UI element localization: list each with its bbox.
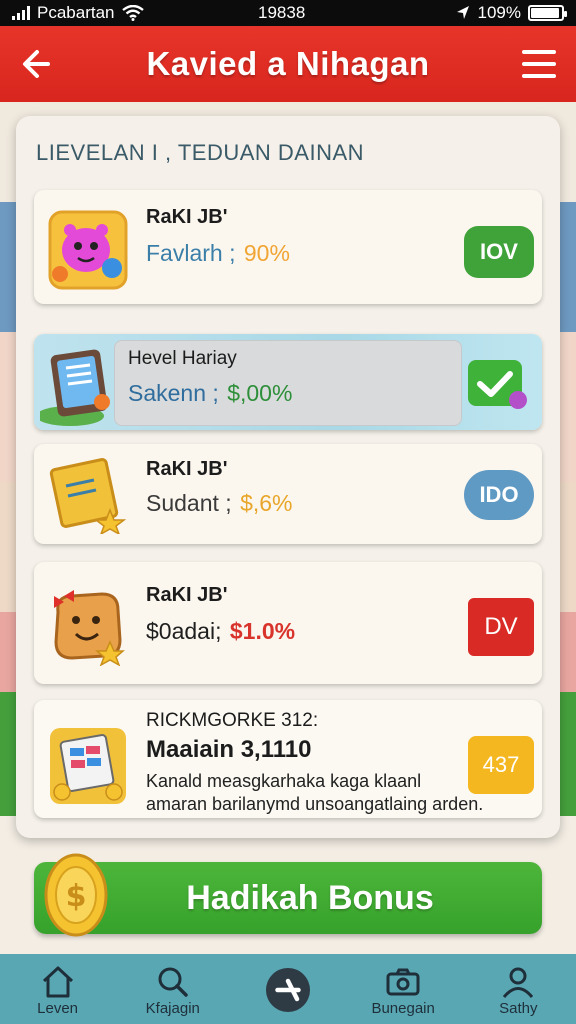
search-icon: [158, 967, 188, 997]
offer-reward: Sudant ; $,6%: [146, 490, 293, 517]
battery-icon: [528, 5, 567, 21]
bottom-nav: Leven Kfajagin Bunegain Sathy: [0, 954, 576, 1024]
chart-scroll-icon: [50, 728, 126, 804]
offer-reward: $0adai; $1.0%: [146, 618, 295, 645]
nav-label: Kfajagin: [145, 1000, 200, 1017]
home-icon: [42, 966, 73, 998]
offer-card[interactable]: Hevel Hariay Sakenn ; $,00%: [34, 334, 542, 430]
nav-item-camera[interactable]: Bunegain: [353, 954, 453, 1017]
offer-card[interactable]: RICKMGORKE 312: Maaiain 3,1110 Kanald me…: [34, 700, 542, 818]
offer-card[interactable]: RaKI JB' Sudant ; $,6% IDO: [34, 444, 542, 544]
signal-icon: [12, 6, 30, 20]
carrier-name: Pcabartan: [37, 3, 115, 22]
location-arrow-icon: [456, 6, 469, 19]
nav-item-search[interactable]: Kfajagin: [123, 954, 223, 1017]
offer-claim-button[interactable]: IOV: [464, 226, 534, 278]
offer-title: RaKI JB': [146, 206, 228, 228]
offer-title: RICKMGORKE 312:: [146, 710, 319, 731]
camera-icon: [386, 968, 420, 996]
offer-subtitle: Maaiain 3,1110: [146, 736, 312, 763]
nav-item-center[interactable]: [238, 954, 338, 1012]
app-header: Kavied a Nihagan: [0, 26, 576, 102]
bonus-label: Hadikah Bonus: [186, 878, 434, 917]
treasure-map-icon: [49, 458, 127, 534]
nav-label: Sathy: [499, 1000, 538, 1017]
offer-reward-value: 90%: [243, 240, 290, 266]
pink-monster-icon: [48, 210, 128, 290]
offers-panel: LIEVELAN I , TEDUAN DAINAN RaKI JB' Favl…: [16, 116, 560, 838]
battery-percent: 109%: [477, 3, 521, 22]
bonus-button[interactable]: Hadikah Bonus: [34, 862, 542, 934]
profile-icon: [503, 967, 534, 998]
offer-claim-button[interactable]: IDO: [464, 470, 534, 520]
hamburger-menu-icon[interactable]: [520, 46, 558, 82]
nav-item-home[interactable]: Leven: [8, 954, 108, 1017]
offer-card[interactable]: RaKI JB' $0adai; $1.0% DV: [34, 562, 542, 684]
offer-title: Hevel Hariay: [128, 348, 237, 369]
cookie-face-icon: [54, 590, 126, 666]
close-icon[interactable]: [265, 968, 310, 1012]
offer-reward-label: Sudant ;: [146, 490, 232, 516]
offer-reward-value: $,6%: [240, 490, 293, 516]
status-bar: Pcabartan 19838 109%: [0, 0, 576, 26]
nav-label: Leven: [37, 1000, 79, 1017]
offer-reward: Favlarh ; 90%: [146, 240, 290, 267]
section-title: LIEVELAN I , TEDUAN DAINAN: [36, 140, 365, 165]
page-title: Kavied a Nihagan: [146, 45, 430, 82]
offer-title: RaKI JB': [146, 458, 228, 480]
offer-reward-value: $1.0%: [229, 618, 296, 644]
nav-label: Bunegain: [371, 1000, 435, 1017]
offer-reward-label: Sakenn ;: [128, 380, 219, 406]
gold-coin-icon: $: [44, 853, 108, 937]
offer-description: Kanald measgkarhaka kaga klaanl amaran b…: [146, 771, 484, 814]
wifi-icon: [121, 5, 144, 21]
offer-reward-value: $,00%: [227, 380, 293, 406]
offer-reward-label: Favlarh ;: [146, 240, 236, 266]
offer-claim-button[interactable]: 437: [468, 736, 534, 794]
offer-title: RaKI JB': [146, 584, 228, 606]
offer-reward: Sakenn ; $,00%: [128, 380, 292, 407]
offer-card[interactable]: RaKI JB' Favlarh ; 90% IOV: [34, 190, 542, 304]
status-time: 19838: [258, 3, 306, 22]
offer-reward-label: $0adai;: [146, 618, 222, 644]
offer-claim-button[interactable]: DV: [468, 598, 534, 656]
nav-item-profile[interactable]: Sathy: [468, 954, 568, 1017]
arrow-left-icon[interactable]: [18, 44, 58, 84]
checkmark-icon[interactable]: [466, 356, 528, 412]
svg-text:$: $: [66, 879, 87, 914]
